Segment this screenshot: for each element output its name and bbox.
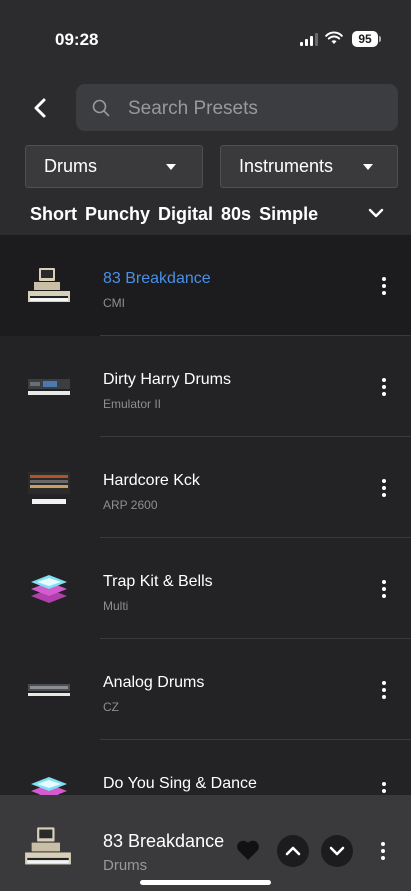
next-preset-button[interactable] [321,835,353,867]
wifi-icon [325,31,343,44]
preset-row[interactable]: Dirty Harry Drums Emulator II [0,336,411,437]
preset-row[interactable]: Analog Drums CZ [0,639,411,740]
arp-synth-icon [28,472,70,504]
preset-name: Dirty Harry Drums [103,371,231,388]
more-options-icon[interactable] [382,479,386,497]
mini-player[interactable]: 83 Breakdance Drums [0,795,411,891]
chevron-down-icon [329,846,345,856]
status-bar: 09:28 95 [0,0,411,80]
emulator-synth-icon [28,379,70,395]
preset-name: Analog Drums [103,674,205,691]
tag-short[interactable]: Short [30,204,77,225]
back-arrow-icon[interactable] [30,97,52,119]
more-options-icon[interactable] [382,782,386,795]
signal-icon [300,33,318,46]
preset-name: Trap Kit & Bells [103,573,213,590]
preset-row[interactable]: Hardcore Kck ARP 2600 [0,437,411,538]
tag-punchy[interactable]: Punchy [85,204,150,225]
battery-icon: 95 [352,31,381,47]
type-dropdown-label: Instruments [239,156,334,176]
preset-instrument: CMI [103,296,125,310]
chevron-up-icon [285,846,301,856]
cmi-synth-icon [28,268,70,302]
preset-browser-header: Drums Instruments Short Punchy Digital 8… [0,80,411,235]
preset-instrument: CZ [103,700,119,714]
tag-filter-row: Short Punchy Digital 80s Simple [30,204,318,225]
more-options-icon[interactable] [382,681,386,699]
more-options-icon[interactable] [382,580,386,598]
preset-instrument: Emulator II [103,397,162,411]
cmi-synth-icon [25,827,71,865]
category-dropdown-label: Drums [44,156,97,176]
player-preset-name: 83 Breakdance [103,831,225,851]
more-options-icon[interactable] [381,842,385,860]
chevron-down-icon [166,164,176,170]
preset-name: Do You Sing & Dance [103,775,257,792]
preset-row[interactable]: 83 Breakdance CMI [0,235,411,336]
heart-icon[interactable] [236,839,260,861]
multi-layers-icon [31,777,67,795]
more-options-icon[interactable] [382,378,386,396]
player-preset-category: Drums [103,857,148,874]
preset-list: 83 Breakdance CMI Dirty Harry Drums Emul… [0,235,411,795]
tag-simple[interactable]: Simple [259,204,318,225]
preset-row[interactable]: Trap Kit & Bells Multi [0,538,411,639]
search-input[interactable] [126,84,390,133]
more-options-icon[interactable] [382,277,386,295]
preset-instrument: ARP 2600 [103,498,158,512]
chevron-down-icon [363,164,373,170]
previous-preset-button[interactable] [277,835,309,867]
preset-name: Hardcore Kck [103,472,200,489]
expand-tags-chevron-icon[interactable] [368,207,384,219]
tag-80s[interactable]: 80s [221,204,251,225]
home-indicator [140,880,271,885]
tag-digital[interactable]: Digital [158,204,213,225]
search-icon [92,99,110,117]
search-bar[interactable] [76,84,398,133]
status-time: 09:28 [55,30,99,49]
preset-instrument: Multi [103,599,129,613]
preset-row[interactable]: Do You Sing & Dance [0,740,411,795]
category-dropdown[interactable]: Drums [25,145,203,188]
type-dropdown[interactable]: Instruments [220,145,398,188]
preset-name: 83 Breakdance [103,270,211,287]
multi-layers-icon [31,575,67,603]
cz-synth-icon [28,684,70,696]
